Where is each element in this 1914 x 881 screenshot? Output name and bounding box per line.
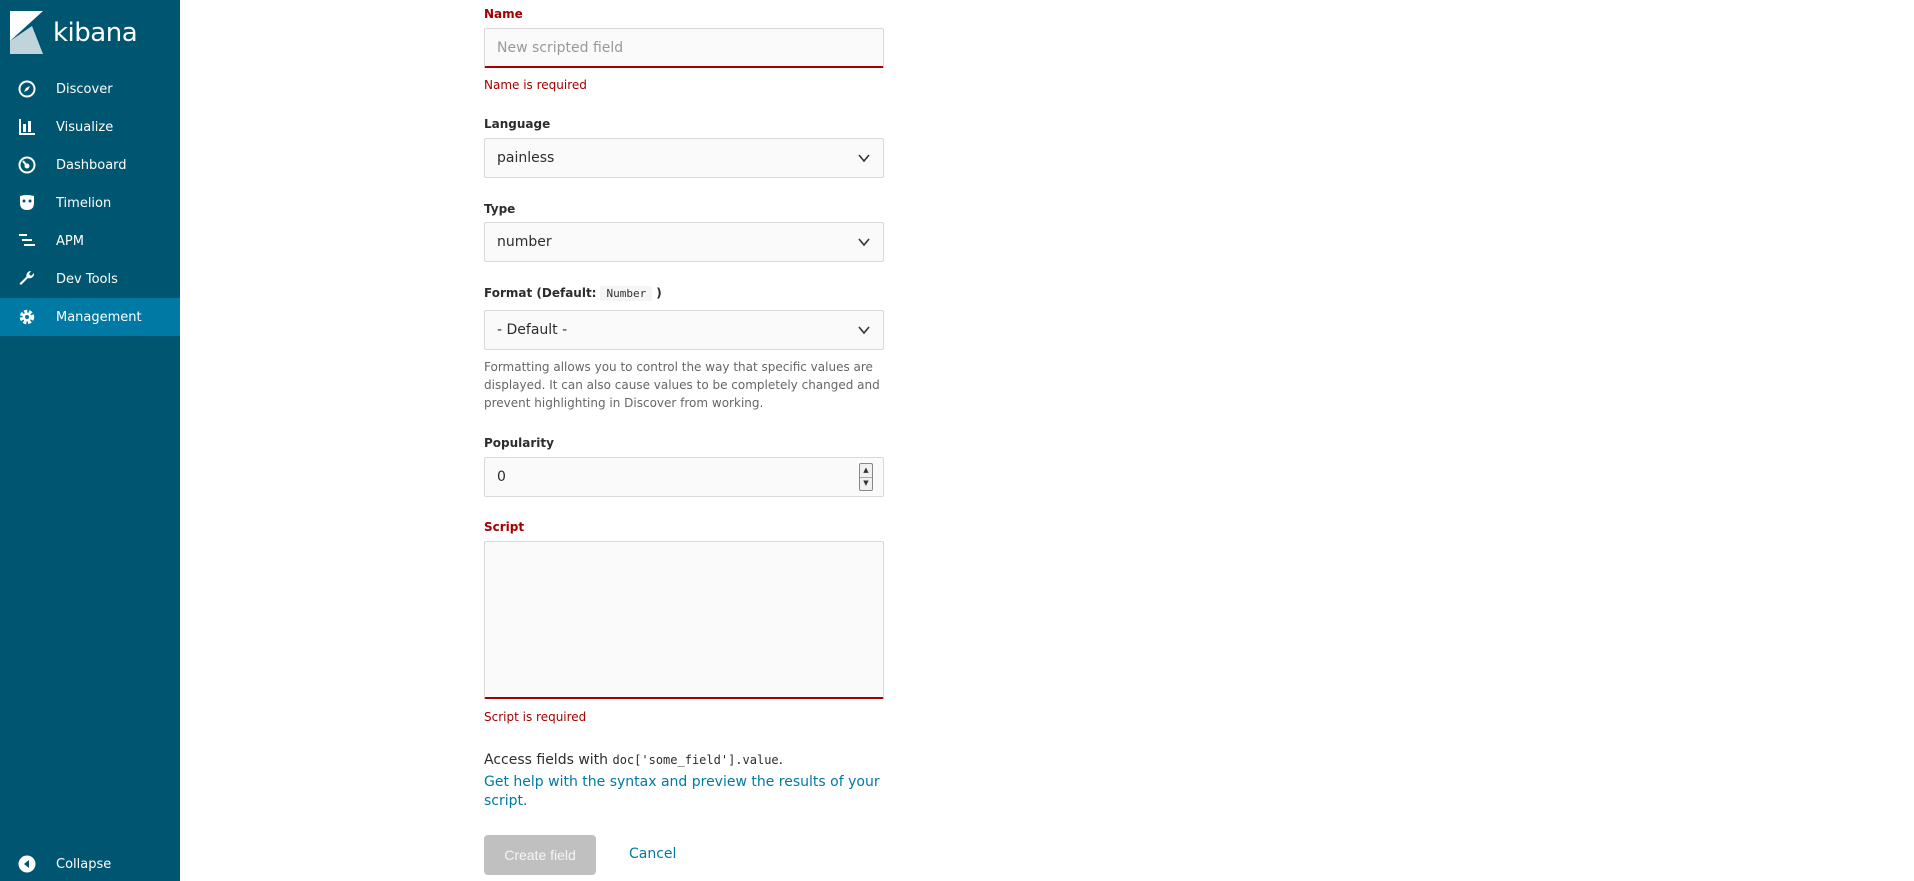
- language-label: Language: [484, 117, 551, 131]
- format-label-close: ): [656, 286, 662, 300]
- apm-bars-icon: [0, 222, 56, 260]
- access-fields-text: Access fields with doc['some_field'].val…: [484, 752, 783, 768]
- sidebar-item-label: Timelion: [56, 195, 112, 211]
- script-error: Script is required: [484, 710, 587, 724]
- access-code: doc['some_field'].value: [612, 753, 779, 767]
- name-placeholder: New scripted field: [497, 39, 624, 56]
- logo-text: kibana: [53, 17, 138, 48]
- type-select[interactable]: number: [484, 222, 884, 262]
- chevron-down-icon: [858, 326, 870, 335]
- popularity-value: 0: [497, 469, 506, 485]
- sidebar-item-label: Discover: [56, 81, 113, 97]
- collapse-arrow-icon: [0, 855, 56, 873]
- stepper-up-icon[interactable]: ▲: [860, 464, 872, 477]
- sidebar-item-dev-tools[interactable]: Dev Tools: [0, 260, 180, 298]
- name-label: Name: [484, 7, 523, 21]
- sidebar: kibana Discover Visualize Dashboard Time…: [0, 0, 180, 881]
- sidebar-nav: Discover Visualize Dashboard Timelion AP…: [0, 70, 180, 336]
- script-textarea[interactable]: [484, 541, 884, 699]
- script-label: Script: [484, 520, 525, 534]
- format-label: Format (Default: Number): [484, 286, 662, 301]
- sidebar-item-timelion[interactable]: Timelion: [0, 184, 180, 222]
- name-error: Name is required: [484, 78, 587, 92]
- sidebar-item-label: Dashboard: [56, 157, 127, 173]
- wrench-icon: [0, 260, 56, 298]
- format-help-text: Formatting allows you to control the way…: [484, 360, 880, 410]
- popularity-stepper[interactable]: ▲ ▼: [859, 463, 873, 491]
- syntax-help-link[interactable]: Get help with the syntax and preview the…: [484, 773, 884, 811]
- format-default-badge: Number: [600, 286, 653, 301]
- kibana-logo[interactable]: kibana: [10, 11, 138, 54]
- sidebar-item-label: Dev Tools: [56, 271, 118, 287]
- timelion-mask-icon: [0, 184, 56, 222]
- format-label-text: Format (Default:: [484, 286, 597, 300]
- sidebar-item-discover[interactable]: Discover: [0, 70, 180, 108]
- sidebar-item-label: Visualize: [56, 119, 114, 135]
- format-value: - Default -: [497, 322, 568, 338]
- kibana-logo-icon: [10, 11, 43, 54]
- language-value: painless: [497, 150, 555, 166]
- collapse-label: Collapse: [56, 856, 112, 872]
- stepper-down-icon[interactable]: ▼: [860, 476, 872, 491]
- sidebar-item-dashboard[interactable]: Dashboard: [0, 146, 180, 184]
- bar-chart-icon: [0, 108, 56, 146]
- format-select[interactable]: - Default -: [484, 310, 884, 350]
- popularity-label: Popularity: [484, 436, 554, 450]
- sidebar-item-visualize[interactable]: Visualize: [0, 108, 180, 146]
- sidebar-item-label: APM: [56, 233, 84, 249]
- access-suffix: .: [778, 752, 784, 768]
- sidebar-item-management[interactable]: Management: [0, 298, 180, 336]
- language-select[interactable]: painless: [484, 138, 884, 178]
- access-prefix: Access fields with: [484, 752, 609, 768]
- cancel-button[interactable]: Cancel: [629, 846, 676, 862]
- sidebar-item-apm[interactable]: APM: [0, 222, 180, 260]
- gear-icon: [0, 298, 56, 336]
- type-label: Type: [484, 202, 516, 216]
- compass-icon: [0, 70, 56, 108]
- create-field-button[interactable]: Create field: [484, 835, 596, 875]
- sidebar-item-label: Management: [56, 309, 142, 325]
- type-value: number: [497, 234, 552, 250]
- popularity-input[interactable]: 0 ▲ ▼: [484, 457, 884, 497]
- collapse-button[interactable]: Collapse: [0, 847, 180, 881]
- name-input[interactable]: New scripted field: [484, 28, 884, 68]
- chevron-down-icon: [858, 238, 870, 247]
- dashboard-gauge-icon: [0, 146, 56, 184]
- chevron-down-icon: [858, 154, 870, 163]
